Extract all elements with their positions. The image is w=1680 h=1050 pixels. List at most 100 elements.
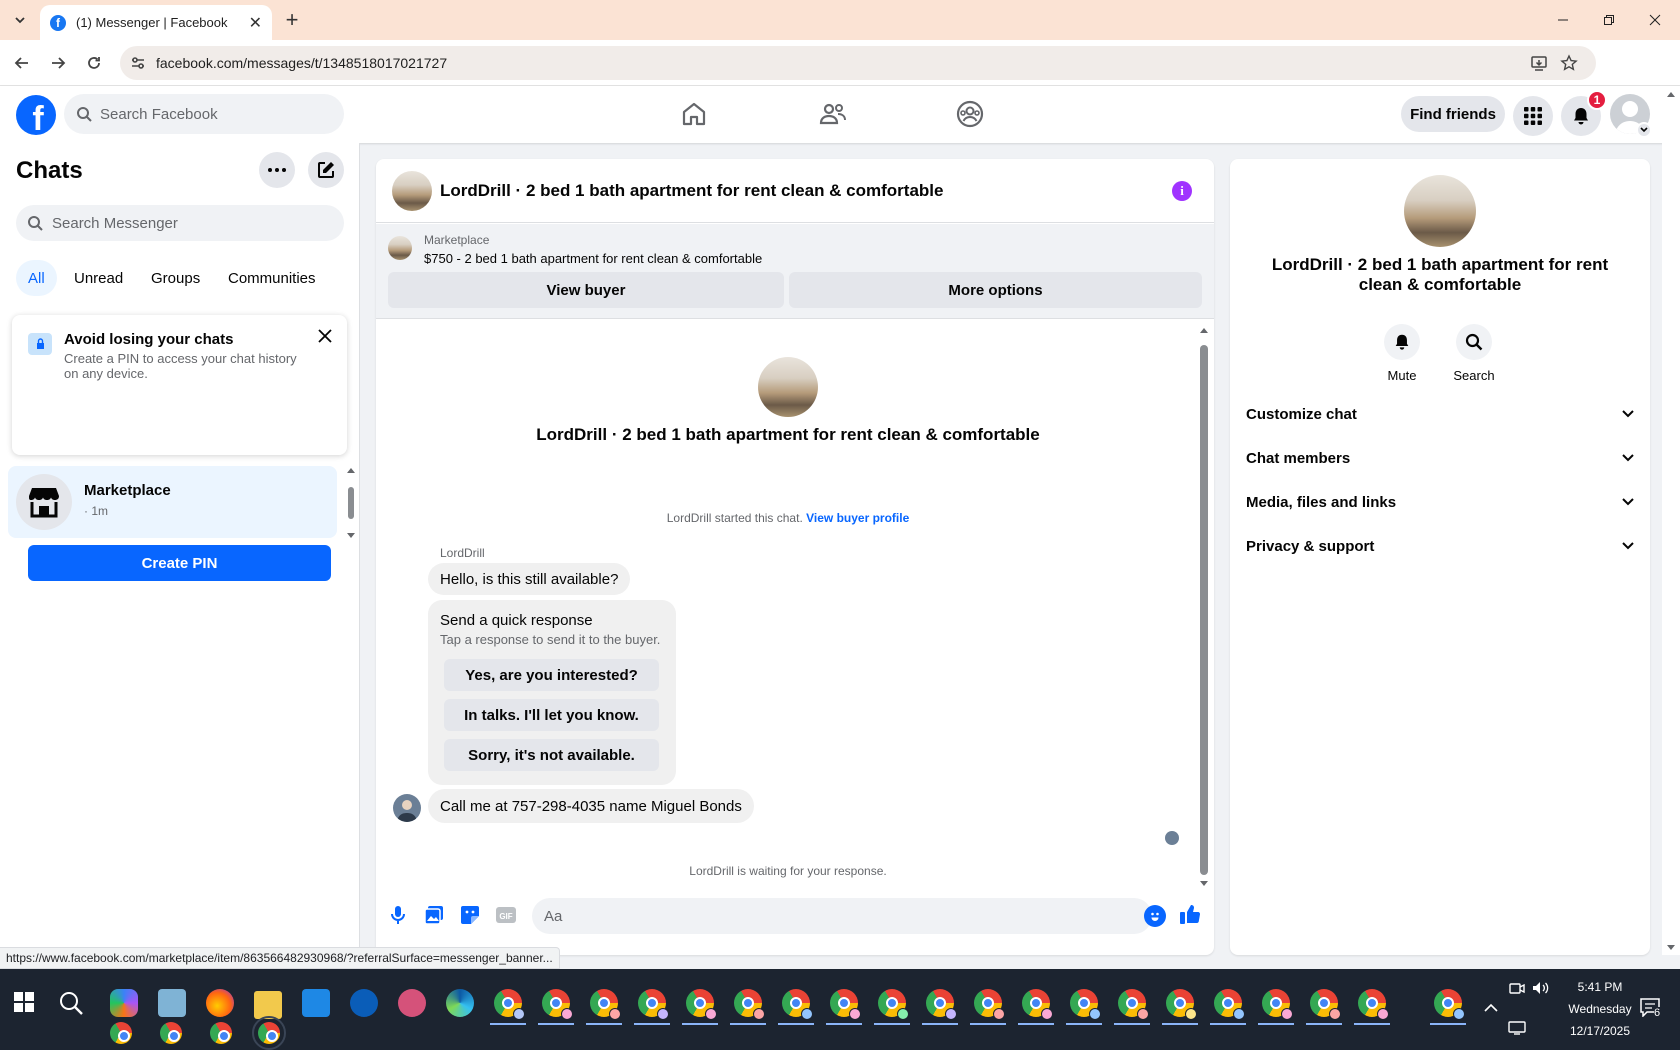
network-icon[interactable] (1508, 1021, 1526, 1035)
chrome-profile-icon[interactable] (970, 989, 1006, 1025)
mute-button[interactable]: Mute (1367, 324, 1437, 383)
chrome-profile-icon[interactable] (1018, 989, 1054, 1025)
more-options-button[interactable]: More options (789, 272, 1202, 308)
chat-list-scrollbar[interactable] (345, 463, 357, 543)
chrome-profile-icon[interactable] (1306, 989, 1342, 1025)
filter-communities[interactable]: Communities (216, 260, 328, 296)
copilot-icon[interactable] (110, 989, 138, 1017)
conversation-title[interactable]: LordDrill · 2 bed 1 bath apartment for r… (440, 181, 943, 201)
search-in-chat-button[interactable]: Search (1439, 324, 1509, 383)
messenger-search[interactable] (16, 205, 344, 241)
chrome-profile-icon[interactable] (1430, 989, 1466, 1025)
windows-start-icon[interactable] (14, 992, 34, 1012)
chrome-profile-icon[interactable] (874, 989, 910, 1025)
new-message-icon[interactable] (308, 152, 344, 188)
facebook-search-input[interactable] (100, 94, 330, 134)
photo-attach-icon[interactable] (420, 901, 448, 929)
clock-day[interactable]: Wednesday (1560, 1002, 1640, 1016)
chat-list-item[interactable]: Marketplace · 1m (8, 466, 337, 538)
chrome-profile-icon[interactable] (1258, 989, 1294, 1025)
chrome-profile-icon[interactable] (922, 989, 958, 1025)
install-app-icon[interactable] (1530, 54, 1548, 72)
chrome-profile-icon[interactable] (682, 989, 718, 1025)
find-friends-button[interactable]: Find friends (1401, 96, 1505, 132)
facebook-logo[interactable]: f (16, 95, 56, 135)
chrome-profile-icon[interactable] (538, 989, 574, 1025)
thumbs-up-icon[interactable] (1179, 903, 1201, 925)
reload-button[interactable] (80, 49, 108, 77)
tray-chevron-up-icon[interactable] (1484, 1003, 1498, 1013)
firefox-icon[interactable] (206, 989, 234, 1017)
clock-time[interactable]: 5:41 PM (1567, 980, 1633, 994)
app-globe-icon[interactable] (350, 989, 378, 1017)
menu-grid-icon[interactable] (1513, 96, 1553, 136)
section-media-files-links[interactable]: Media, files and links (1246, 480, 1634, 524)
chrome-profile-icon[interactable] (586, 989, 622, 1025)
section-chat-members[interactable]: Chat members (1246, 436, 1634, 480)
window-close-button[interactable] (1632, 5, 1678, 35)
new-tab-button[interactable]: + (280, 9, 304, 33)
minimize-button[interactable] (1540, 5, 1586, 35)
chrome-profile-icon[interactable] (110, 1022, 132, 1044)
quick-response-not-available[interactable]: Sorry, it's not available. (444, 739, 659, 771)
address-bar[interactable]: facebook.com/messages/t/1348518017021727 (120, 46, 1596, 80)
chrome-profile-icon[interactable] (1354, 989, 1390, 1025)
message-bubble[interactable]: Call me at 757-298-4035 name Miguel Bond… (428, 789, 754, 823)
view-buyer-button[interactable]: View buyer (388, 272, 784, 308)
browser-tab-messenger[interactable]: f (1) Messenger | Facebook ✕ (40, 5, 272, 40)
gif-icon[interactable]: GIF (492, 901, 520, 929)
message-input[interactable] (532, 898, 1152, 934)
page-scrollbar[interactable] (1662, 86, 1680, 955)
emoji-icon[interactable] (1144, 905, 1166, 927)
chrome-profile-icon[interactable] (1210, 989, 1246, 1025)
message-bubble[interactable]: Hello, is this still available? (428, 563, 631, 595)
filter-groups[interactable]: Groups (139, 260, 212, 296)
chrome-profile-icon[interactable] (778, 989, 814, 1025)
chrome-profile-icon[interactable] (490, 989, 526, 1025)
chrome-active-window-icon[interactable] (252, 1016, 286, 1050)
paint-icon[interactable] (398, 989, 426, 1017)
edge-icon[interactable] (446, 989, 474, 1017)
clock-date[interactable]: 12/17/2025 (1560, 1024, 1640, 1038)
quick-response-in-talks[interactable]: In talks. I'll let you know. (444, 699, 659, 731)
chrome-profile-icon[interactable] (1162, 989, 1198, 1025)
listing-price-title[interactable]: $750 - 2 bed 1 bath apartment for rent c… (424, 251, 762, 266)
forward-button[interactable] (44, 49, 72, 77)
messenger-search-input[interactable] (52, 205, 332, 241)
home-icon[interactable] (674, 94, 714, 134)
info-icon[interactable]: i (1172, 181, 1192, 201)
chrome-profile-icon[interactable] (826, 989, 862, 1025)
conversation-scrollbar[interactable] (1198, 325, 1210, 886)
chrome-profile-icon[interactable] (730, 989, 766, 1025)
bookmark-star-icon[interactable] (1560, 54, 1578, 72)
chrome-profile-icon[interactable] (160, 1022, 182, 1044)
tab-search-button[interactable] (8, 8, 32, 32)
site-settings-icon[interactable] (130, 55, 146, 71)
quick-response-yes[interactable]: Yes, are you interested? (444, 659, 659, 691)
more-options-icon[interactable] (259, 152, 295, 188)
listing-thumbnail[interactable] (388, 236, 412, 260)
notepad-icon[interactable] (158, 989, 186, 1017)
filter-all[interactable]: All (16, 260, 57, 296)
taskbar-search-icon[interactable] (58, 990, 84, 1016)
meet-now-icon[interactable] (1509, 981, 1525, 995)
notification-center-icon[interactable]: 6 (1639, 997, 1667, 1021)
chrome-profile-icon[interactable] (1066, 989, 1102, 1025)
sender-avatar[interactable] (393, 794, 421, 822)
close-icon[interactable] (318, 329, 332, 343)
store-icon[interactable] (302, 989, 330, 1017)
chat-details-avatar[interactable] (1404, 175, 1476, 247)
create-pin-button[interactable]: Create PIN (28, 545, 331, 581)
chrome-profile-icon[interactable] (634, 989, 670, 1025)
back-button[interactable] (8, 49, 36, 77)
chrome-profile-icon[interactable] (210, 1022, 232, 1044)
chrome-profile-icon[interactable] (1114, 989, 1150, 1025)
facebook-search[interactable] (64, 94, 344, 134)
filter-unread[interactable]: Unread (62, 260, 135, 296)
section-privacy-support[interactable]: Privacy & support (1246, 524, 1634, 568)
restore-button[interactable] (1586, 5, 1632, 35)
microphone-icon[interactable] (384, 901, 412, 929)
file-explorer-icon[interactable] (254, 991, 282, 1019)
sticker-icon[interactable] (456, 901, 484, 929)
listing-photo-avatar[interactable] (392, 171, 432, 211)
